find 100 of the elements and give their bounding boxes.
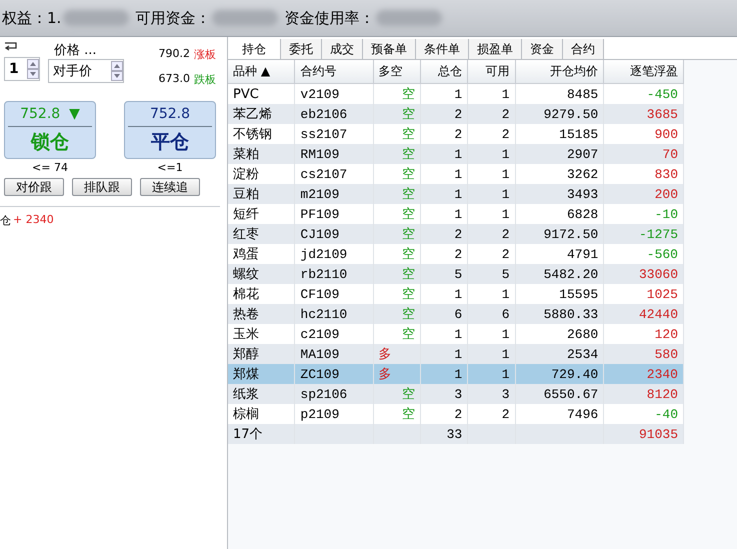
table-cell: RM109 [294, 144, 374, 164]
column-header[interactable]: 可用 [468, 60, 515, 84]
table-cell: 5880.33 [515, 304, 604, 324]
tab[interactable]: 合约 [563, 39, 604, 59]
table-cell: 玉米 [228, 324, 295, 344]
table-cell: 空 [373, 144, 420, 164]
table-cell: 短纤 [228, 204, 295, 224]
limit-price: 790.2 [158, 47, 190, 62]
position-label: 仓 [0, 213, 11, 228]
table-cell: m2109 [294, 184, 374, 204]
table-cell: 6 [468, 304, 515, 324]
table-cell: 空 [373, 164, 420, 184]
table-cell: 郑醇 [228, 344, 295, 364]
table-cell: 6828 [515, 204, 604, 224]
table-cell: 5 [468, 264, 515, 284]
table-cell: 1 [420, 344, 468, 364]
table-cell: 15595 [515, 284, 604, 304]
table-cell: 3685 [604, 104, 684, 124]
tab[interactable]: 损盈单 [469, 39, 522, 59]
table-cell: 红枣 [228, 224, 295, 244]
table-cell: 空 [373, 324, 420, 344]
spinner-arrows-icon[interactable] [111, 61, 123, 81]
tab[interactable]: 条件单 [416, 39, 469, 59]
table-cell: 1 [420, 364, 468, 384]
table-cell: 2 [468, 124, 515, 144]
table-cell: 2 [468, 224, 515, 244]
table-cell: 2 [420, 244, 468, 264]
table-cell: 1 [420, 164, 468, 184]
table-cell: 空 [373, 404, 420, 424]
spinner-arrows-icon[interactable] [27, 59, 39, 79]
table-cell: 螺纹 [228, 264, 295, 284]
column-header[interactable]: 总仓 [420, 60, 468, 84]
table-cell: 1 [468, 284, 515, 304]
table-cell: 2 [420, 104, 468, 124]
table-cell: 580 [604, 344, 684, 364]
return-icon[interactable] [4, 41, 18, 53]
blurred-value [63, 10, 130, 26]
table-cell: 2 [468, 104, 515, 124]
table-cell: PF109 [294, 204, 374, 224]
column-header[interactable]: 多空 [373, 60, 420, 84]
table-cell: 1 [420, 204, 468, 224]
table-cell: 33060 [604, 264, 684, 284]
table-cell: cs2107 [294, 164, 374, 184]
table-cell: 9279.50 [515, 104, 604, 124]
tab[interactable]: 资金 [522, 39, 563, 59]
table-cell: 空 [373, 204, 420, 224]
price-mode-field[interactable]: 对手价 [48, 59, 124, 83]
table-cell: -560 [604, 244, 684, 264]
table-cell: -10 [604, 204, 684, 224]
tab[interactable]: 成交 [322, 39, 363, 59]
table-cell: 1025 [604, 284, 684, 304]
follow-button[interactable]: 连续追 [140, 178, 200, 196]
table-cell: 3 [420, 384, 468, 404]
tab[interactable]: 预备单 [363, 39, 416, 59]
table-cell: MA109 [294, 344, 374, 364]
table-cell: eb2106 [294, 104, 374, 124]
column-header[interactable]: 合约号 [294, 60, 374, 84]
table-cell: 2907 [515, 144, 604, 164]
table-cell: 15185 [515, 124, 604, 144]
table-cell: 33 [420, 424, 468, 444]
table-cell: 200 [604, 184, 684, 204]
table-cell: CF109 [294, 284, 374, 304]
limit-label: 涨板 [194, 47, 216, 62]
table-cell: 不锈钢 [228, 124, 295, 144]
table-cell: 空 [373, 244, 420, 264]
table-cell: c2109 [294, 324, 374, 344]
table-cell: 3493 [515, 184, 604, 204]
blurred-value [212, 10, 278, 26]
table-cell: 空 [373, 84, 420, 104]
table-cell: 3262 [515, 164, 604, 184]
table-cell: 2 [468, 404, 515, 424]
column-header[interactable]: 品种 ▲ [228, 60, 295, 84]
follow-button[interactable]: 对价跟 [4, 178, 64, 196]
table-cell: 5482.20 [515, 264, 604, 284]
table-cell: ZC109 [294, 364, 374, 384]
table-cell: 热卷 [228, 304, 295, 324]
table-cell: rb2110 [294, 264, 374, 284]
price-label: 价格 ... [53, 42, 98, 59]
table-cell: 菜粕 [228, 144, 295, 164]
column-header[interactable]: 逐笔浮盈 [604, 60, 684, 84]
quantity-field[interactable]: 1 [4, 57, 40, 81]
table-cell: -450 [604, 84, 684, 104]
position-profit: + 2340 [13, 213, 54, 228]
table-cell: 空 [373, 384, 420, 404]
table-cell: 5 [420, 264, 468, 284]
table-cell: 2534 [515, 344, 604, 364]
order-button[interactable]: 752.8 平仓 [124, 101, 216, 159]
table-cell: 2 [468, 244, 515, 264]
table-cell: sp2106 [294, 384, 374, 404]
table-cell: -1275 [604, 224, 684, 244]
table-cell: 鸡蛋 [228, 244, 295, 264]
quantity-limit: <=1 [157, 161, 183, 174]
account-value: 1. [47, 9, 62, 27]
table-cell: 1 [468, 344, 515, 364]
table-cell: 空 [373, 124, 420, 144]
follow-button[interactable]: 排队跟 [72, 178, 132, 196]
column-header[interactable]: 开仓均价 [515, 60, 604, 84]
table-cell: 2 [420, 404, 468, 424]
table-cell: 2680 [515, 324, 604, 344]
tab[interactable]: 委托 [281, 39, 322, 59]
